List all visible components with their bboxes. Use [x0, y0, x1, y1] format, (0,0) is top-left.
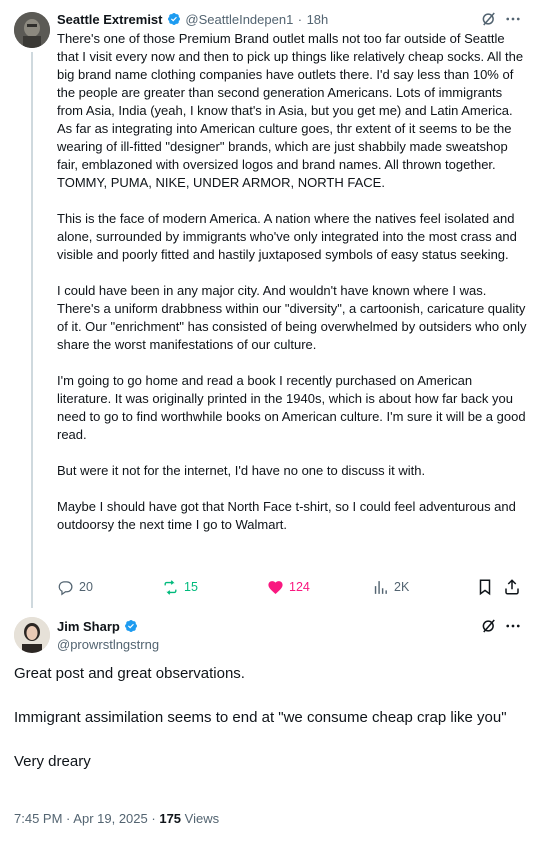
- tweet-paragraph: I could have been in any major city. And…: [57, 283, 527, 352]
- views-icon: [374, 580, 387, 594]
- tweet-paragraph: There's one of those Premium Brand outle…: [57, 31, 524, 190]
- reply-button[interactable]: 20: [57, 578, 93, 596]
- verified-badge-icon: [125, 620, 138, 632]
- reply-header: Jim Sharp: [57, 618, 138, 636]
- reply-author-handle[interactable]: @prowrstlngstrng: [57, 637, 159, 652]
- grok-icon[interactable]: [480, 617, 498, 635]
- tweet-time[interactable]: 18h: [307, 12, 329, 27]
- tweet-paragraph: I'm going to go home and read a book I r…: [57, 373, 526, 442]
- reply-views-count: 175: [159, 811, 182, 826]
- author-handle[interactable]: @SeattleIndepen1: [185, 12, 293, 27]
- reply-body: Great post and great observations. Immig…: [14, 663, 534, 773]
- verified-badge-icon: [167, 13, 180, 25]
- reply-date[interactable]: Apr 19, 2025: [73, 811, 147, 826]
- reply-meta: 7:45 PM · Apr 19, 2025 · 175 Views: [14, 811, 219, 826]
- reply-icon: [58, 580, 73, 595]
- more-icon[interactable]: [504, 617, 522, 635]
- retweet-count: 15: [184, 580, 198, 594]
- reply-author-avatar[interactable]: [14, 617, 50, 653]
- reply-time[interactable]: 7:45 PM: [14, 811, 62, 826]
- tweet-paragraph: Maybe I should have got that North Face …: [57, 499, 516, 532]
- retweet-button[interactable]: 15: [162, 578, 198, 596]
- reply-views-label: Views: [184, 811, 220, 826]
- tweet-paragraph: But were it not for the internet, I'd ha…: [57, 463, 426, 478]
- reply-paragraph: Great post and great observations.: [14, 665, 245, 682]
- author-avatar[interactable]: [14, 12, 50, 48]
- like-icon: [268, 580, 283, 594]
- tweet-body: There's one of those Premium Brand outle…: [57, 30, 527, 534]
- views-button[interactable]: 2K: [372, 578, 409, 596]
- reply-author-name[interactable]: Jim Sharp: [57, 619, 120, 634]
- retweet-icon: [164, 579, 177, 595]
- views-count: 2K: [394, 580, 410, 594]
- like-count: 124: [289, 580, 310, 594]
- more-icon[interactable]: [504, 10, 522, 28]
- thread-line: [31, 52, 33, 608]
- author-name[interactable]: Seattle Extremist: [57, 12, 163, 27]
- reply-paragraph: Immigrant assimilation seems to end at "…: [14, 709, 507, 726]
- reply-paragraph: Very dreary: [14, 753, 91, 770]
- grok-icon[interactable]: [480, 10, 498, 28]
- bookmark-icon[interactable]: [476, 578, 494, 596]
- tweet-header: Seattle Extremist @SeattleIndepen1 · 18h: [57, 11, 328, 29]
- like-button[interactable]: 124: [267, 578, 310, 596]
- reply-count: 20: [79, 580, 93, 594]
- meta-separator: ·: [66, 811, 71, 826]
- meta-separator: ·: [151, 811, 156, 826]
- tweet-paragraph: This is the face of modern America. A na…: [57, 211, 517, 262]
- header-separator: ·: [297, 12, 303, 27]
- share-icon[interactable]: [503, 578, 521, 596]
